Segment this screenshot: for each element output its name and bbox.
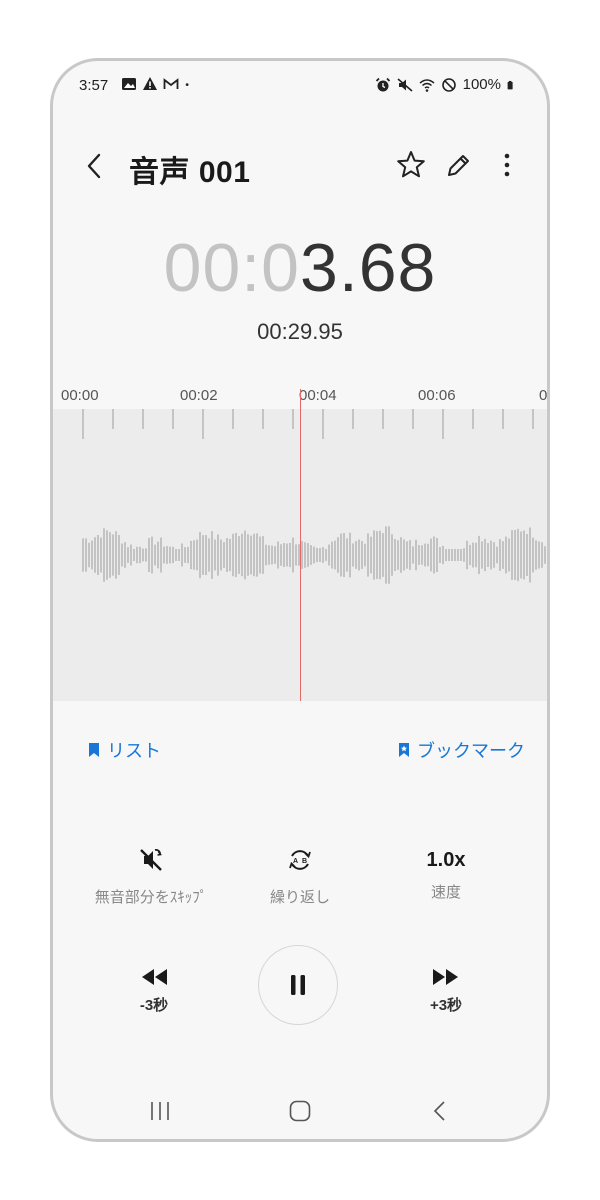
back-icon[interactable]	[83, 151, 107, 181]
warning-icon	[143, 77, 157, 90]
speed-label: 速度	[430, 884, 461, 901]
gmail-icon	[163, 78, 179, 89]
bookmark-add-icon	[399, 743, 409, 757]
elapsed-timer: 00:03.68	[53, 229, 547, 307]
recents-icon	[151, 1102, 169, 1120]
home-icon	[289, 1100, 311, 1122]
timeline-label: 00:02	[180, 387, 218, 404]
repeat-ab-icon: A B	[289, 850, 311, 870]
list-button[interactable]: リスト	[87, 737, 161, 763]
alarm-icon	[375, 77, 390, 91]
battery-percent: 100%	[462, 76, 501, 93]
wifi-icon	[419, 78, 435, 92]
total-duration: 00:29.95	[257, 319, 343, 344]
pause-icon	[291, 975, 305, 995]
playhead[interactable]	[300, 389, 301, 701]
status-time: 3:57	[79, 77, 109, 94]
bookmark-label: ブックマーク	[417, 741, 525, 761]
status-left-icons	[121, 76, 194, 92]
repeat-button[interactable]: A B 繰り返し	[220, 847, 380, 907]
nav-back-icon	[433, 1101, 445, 1121]
pencil-icon[interactable]	[443, 149, 475, 181]
elapsed-timer-dim: 00:0	[163, 230, 300, 306]
rewind-button[interactable]: -3秒	[114, 967, 194, 1015]
skip-silence-icon	[140, 849, 162, 871]
nav-back-button[interactable]	[420, 1097, 460, 1125]
no-disturb-icon	[441, 77, 456, 92]
list-label: リスト	[107, 741, 161, 761]
status-right: 100%	[375, 76, 517, 93]
pause-button[interactable]	[258, 945, 338, 1025]
image-icon	[122, 78, 136, 90]
page-title: 音声 001	[129, 156, 251, 189]
battery-icon	[507, 80, 513, 89]
timeline-label: 00:00	[61, 387, 99, 404]
timeline-label: 0	[539, 387, 548, 404]
bookmark-icon	[89, 743, 99, 757]
fast-forward-icon	[433, 969, 458, 985]
skip-silence-button[interactable]: 無音部分をｽｷｯﾌﾟ	[71, 847, 231, 907]
timeline-label: 00:06	[418, 387, 456, 404]
speed-button[interactable]: 1.0x 速度	[366, 847, 526, 902]
mute-icon	[397, 77, 413, 92]
nav-home-button[interactable]	[280, 1097, 320, 1125]
more-vert-icon[interactable]	[491, 149, 523, 181]
svg-text:B: B	[302, 858, 307, 865]
speed-value: 1.0x	[426, 849, 466, 871]
nav-recents-button[interactable]	[140, 1097, 180, 1125]
rewind-icon	[142, 969, 167, 985]
elapsed-timer-main: 3.68	[300, 230, 437, 306]
skip-silence-label: 無音部分をｽｷｯﾌﾟ	[94, 889, 208, 906]
forward-label: +3秒	[429, 997, 463, 1014]
timeline-label: 00:04	[299, 387, 337, 404]
forward-button[interactable]: +3秒	[406, 967, 486, 1015]
repeat-label: 繰り返し	[269, 889, 330, 906]
phone-frame: 3:57 100% 音声 001 00:03.68 00:29.95 00:00…	[50, 58, 550, 1142]
bookmark-button[interactable]: ブックマーク	[397, 737, 525, 763]
rewind-label: -3秒	[139, 997, 169, 1014]
star-icon[interactable]	[395, 149, 427, 181]
dot-icon	[185, 83, 189, 86]
svg-text:A: A	[293, 858, 298, 865]
